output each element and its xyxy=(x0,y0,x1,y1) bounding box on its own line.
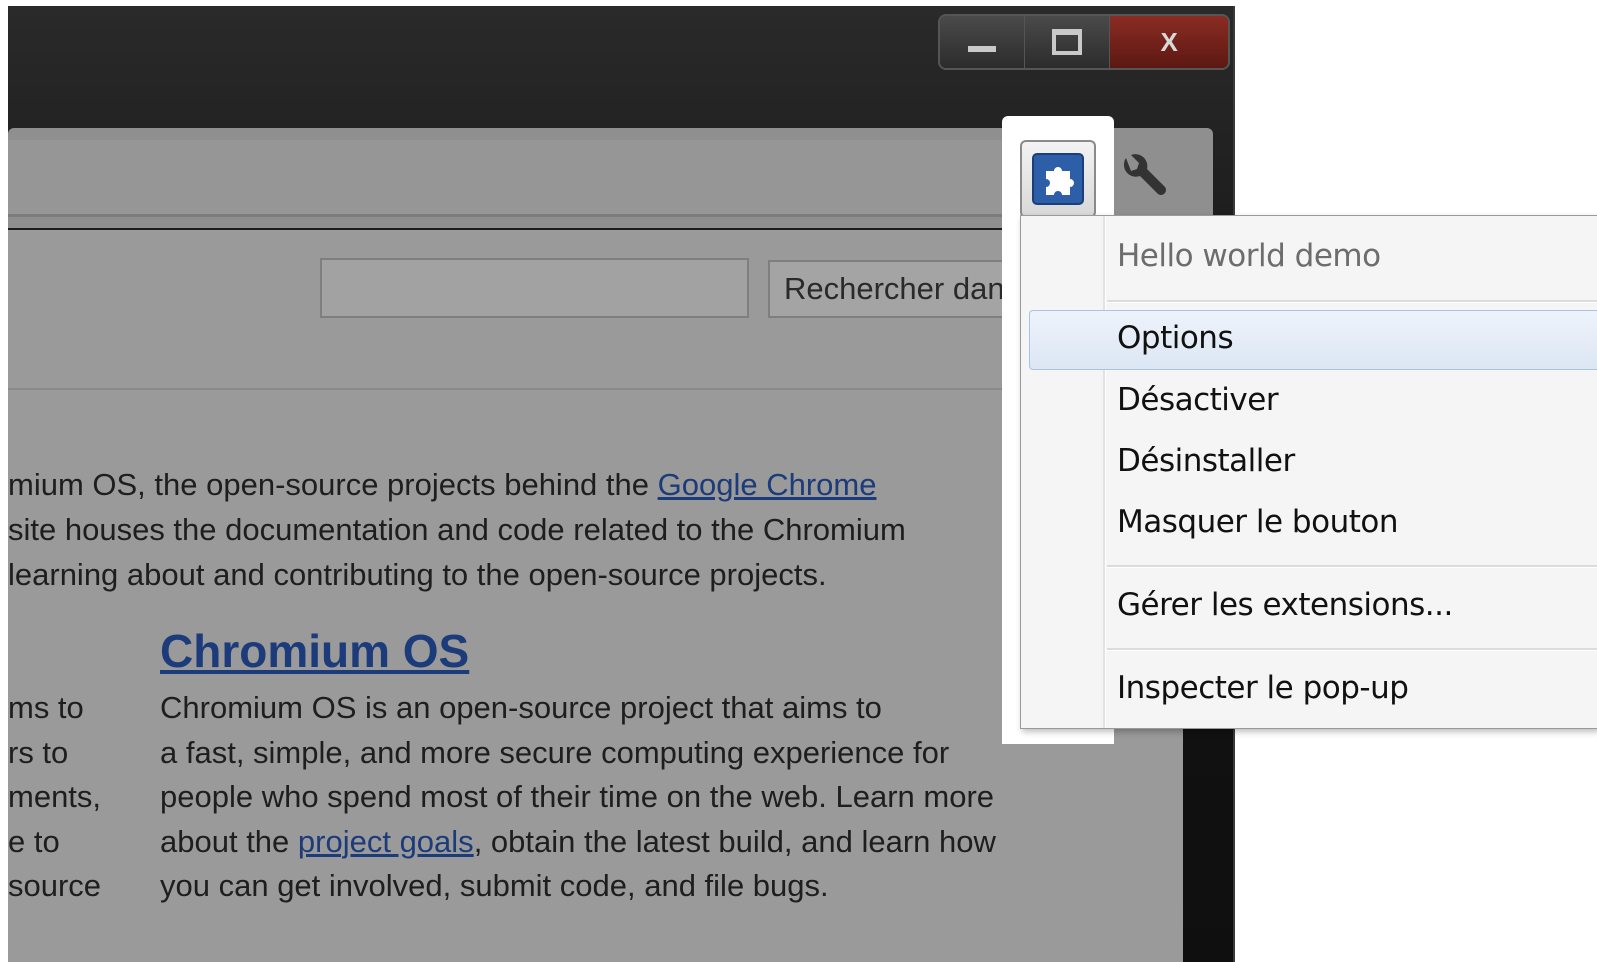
menu-title-extension-name: Hello world demo xyxy=(1117,238,1381,274)
google-chrome-link[interactable]: Google Chrome xyxy=(658,467,877,502)
maximize-icon xyxy=(1052,29,1083,55)
close-button[interactable]: X xyxy=(1110,16,1228,68)
extension-action-button[interactable] xyxy=(1020,140,1096,218)
menu-item-inspect-popup[interactable]: Inspecter le pop-up xyxy=(1117,670,1409,706)
menu-item-manage-extensions[interactable]: Gérer les extensions... xyxy=(1117,587,1453,623)
menu-separator xyxy=(1107,648,1597,651)
menu-item-options[interactable]: Options xyxy=(1117,320,1234,356)
left-column-line: source xyxy=(8,868,102,903)
site-search-input[interactable] xyxy=(320,258,749,318)
menu-item-disable[interactable]: Désactiver xyxy=(1117,382,1279,418)
minimize-icon xyxy=(968,46,997,52)
intro-line-2: site houses the documentation and code r… xyxy=(8,512,906,547)
menu-separator xyxy=(1107,300,1597,303)
menu-item-hide-button[interactable]: Masquer le bouton xyxy=(1117,504,1399,540)
minimize-button[interactable] xyxy=(940,16,1026,68)
window-controls: X xyxy=(938,14,1230,70)
description-line: people who spend most of their time on t… xyxy=(160,779,995,814)
wrench-menu-button[interactable] xyxy=(1112,148,1172,208)
page-divider xyxy=(8,388,1108,390)
intro-line-1: mium OS, the open-source projects behind… xyxy=(8,467,877,502)
chromium-os-heading-link[interactable]: Chromium OS xyxy=(160,624,469,678)
close-icon: X xyxy=(1160,26,1178,57)
menu-separator xyxy=(1107,565,1597,568)
puzzle-piece-icon xyxy=(1032,153,1084,205)
address-bar[interactable] xyxy=(8,140,1018,217)
left-column-text: ms to rs to ments, e to source xyxy=(8,686,148,909)
menu-icon-gutter xyxy=(1103,216,1106,728)
left-column-line: ms to xyxy=(8,690,84,725)
intro-line-3: learning about and contributing to the o… xyxy=(8,557,827,592)
menu-item-uninstall[interactable]: Désinstaller xyxy=(1117,443,1295,479)
wrench-icon xyxy=(1123,154,1166,195)
description-line: you can get involved, submit code, and f… xyxy=(160,868,829,903)
left-column-line: ments, xyxy=(8,779,102,814)
maximize-button[interactable] xyxy=(1025,16,1111,68)
left-column-line: rs to xyxy=(8,734,69,770)
project-goals-link[interactable]: project goals xyxy=(298,824,474,859)
description-line: about the project goals, obtain the late… xyxy=(160,823,996,859)
left-column-line: e to xyxy=(8,823,60,859)
extension-context-menu: Hello world demo Options Désactiver Dési… xyxy=(1020,215,1597,729)
intro-paragraph: mium OS, the open-source projects behind… xyxy=(8,462,1108,597)
menu-hover-highlight xyxy=(1029,310,1597,370)
